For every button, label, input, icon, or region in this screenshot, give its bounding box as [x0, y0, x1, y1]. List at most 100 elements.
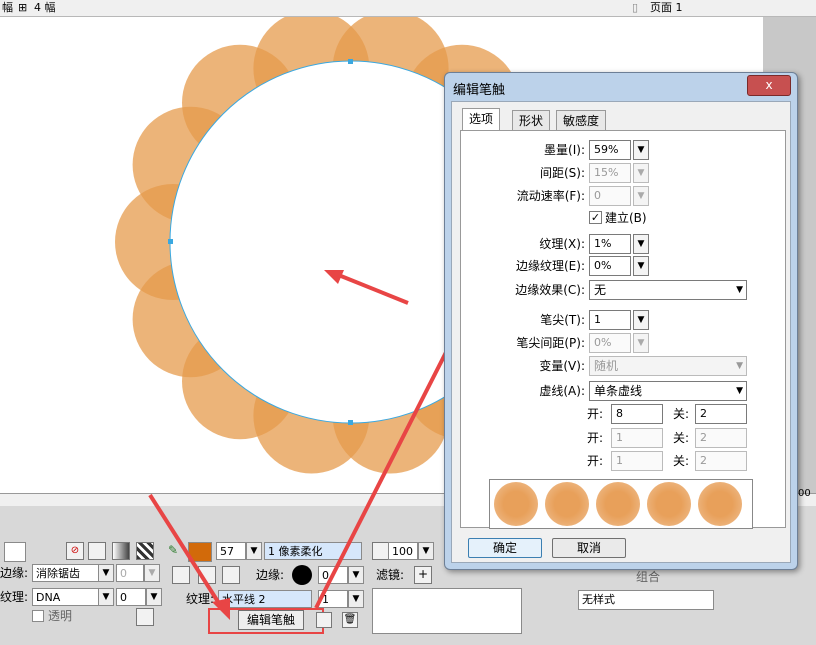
opacity-input[interactable]: 100 — [388, 542, 418, 560]
edit-stroke-dialog: 编辑笔触 x 选项 形状 敏感度 墨量(I): 59% ▼ 间距(S): 15%… — [444, 72, 798, 570]
stroke-texture-select[interactable]: 水平线 2 — [218, 590, 312, 608]
tab-options[interactable]: 选项 — [462, 108, 501, 131]
cancel-button[interactable]: 取消 — [552, 538, 626, 558]
no-fill-icon[interactable]: ⊘ — [66, 542, 84, 560]
chevron-down-icon[interactable]: ▼ — [348, 590, 364, 608]
pencil-icon: ✎ — [168, 543, 179, 557]
dash-value: 单条虚线 — [594, 384, 643, 398]
chevron-down-icon[interactable]: ▼ — [418, 542, 434, 560]
build-up-checkbox[interactable]: ✓ — [589, 211, 602, 224]
texture-input[interactable]: 1% — [589, 234, 631, 254]
frames-fragment: 幅 — [2, 1, 13, 14]
fill-edge-label: 边缘: — [0, 566, 29, 580]
stroke-texture-amount[interactable]: 1 — [318, 590, 348, 608]
four-up-view-icon[interactable]: ⊞ — [18, 0, 27, 15]
dash-off-input-3[interactable]: 2 — [695, 451, 747, 471]
dash-on-input-1[interactable]: 8 — [611, 404, 663, 424]
pattern-fill-icon[interactable] — [136, 542, 154, 560]
texture-preview-icon[interactable] — [136, 608, 154, 626]
dialog-title: 编辑笔触 — [453, 83, 506, 98]
page-selector[interactable]: 页面 1 — [650, 0, 683, 15]
dash-on-label-3: 开: — [587, 454, 604, 468]
selection-handle-bottom — [348, 420, 353, 425]
chevron-down-icon[interactable]: ▼ — [246, 542, 262, 560]
tips-input[interactable]: 1 — [589, 310, 631, 330]
variation-select[interactable]: 随机 ▼ — [589, 356, 747, 376]
group-label: 组合 — [636, 570, 661, 584]
save-stroke-icon[interactable] — [316, 612, 332, 628]
stroke-category-select[interactable]: 1 像素柔化 — [264, 542, 362, 560]
chevron-down-icon[interactable]: ▼ — [348, 566, 364, 584]
variation-value: 随机 — [594, 359, 619, 373]
fill-feather-input[interactable]: 0 — [116, 564, 144, 582]
dash-off-input-1[interactable]: 2 — [695, 404, 747, 424]
gradient-fill-icon[interactable] — [112, 542, 130, 560]
stroke-size-input[interactable]: 57 — [216, 542, 246, 560]
dash-select[interactable]: 单条虚线 ▼ — [589, 381, 747, 401]
dash-label: 虚线(A): — [539, 384, 585, 398]
fill-texture-amount[interactable]: 0 — [116, 588, 146, 606]
edge-texture-input[interactable]: 0% — [589, 256, 631, 276]
delete-stroke-icon[interactable]: 🗑 — [342, 612, 358, 628]
build-up-label: 建立(B) — [605, 211, 647, 225]
chevron-down-icon[interactable]: ▼ — [633, 333, 649, 353]
chevron-down-icon[interactable]: ▼ — [633, 310, 649, 330]
four-up-tab[interactable]: 4 幅 — [34, 0, 56, 15]
ink-amount-label: 墨量(I): — [544, 143, 585, 157]
chevron-down-icon[interactable]: ▼ — [633, 163, 649, 183]
chevron-down-icon[interactable]: ▼ — [98, 564, 114, 582]
highlight-box — [208, 608, 324, 634]
stroke-outside-icon[interactable] — [222, 566, 240, 584]
fill-color-swatch[interactable] — [4, 542, 26, 562]
edge-effect-label: 边缘效果(C): — [515, 283, 585, 297]
dash-off-label-2: 关: — [673, 431, 690, 445]
chevron-down-icon: ▼ — [736, 361, 743, 371]
spacing-label: 间距(S): — [539, 166, 585, 180]
ink-amount-input[interactable]: 59% — [589, 140, 631, 160]
ok-button[interactable]: 确定 — [468, 538, 542, 558]
stroke-center-icon[interactable] — [198, 566, 216, 584]
ruler-fragment: 00 — [798, 488, 811, 499]
dash-off-label-1: 关: — [673, 407, 690, 421]
tips-label: 笔尖(T): — [540, 313, 585, 327]
transparent-checkbox[interactable] — [32, 610, 44, 622]
stroke-edge-input[interactable]: 0 — [318, 566, 348, 584]
edge-effect-select[interactable]: 无 ▼ — [589, 280, 747, 300]
dash-off-label-3: 关: — [673, 454, 690, 468]
stroke-edge-preview — [292, 565, 312, 585]
page-icon: ▯ — [632, 1, 639, 14]
chevron-down-icon[interactable]: ▼ — [98, 588, 114, 606]
chevron-down-icon: ▼ — [736, 386, 743, 396]
dash-off-input-2[interactable]: 2 — [695, 428, 747, 448]
flow-rate-label: 流动速率(F): — [516, 189, 585, 203]
stroke-inside-icon[interactable] — [172, 566, 190, 584]
chevron-down-icon[interactable]: ▼ — [633, 140, 649, 160]
dash-on-input-3[interactable]: 1 — [611, 451, 663, 471]
tip-spacing-input[interactable]: 0% — [589, 333, 631, 353]
solid-fill-icon[interactable] — [88, 542, 106, 560]
fill-texture-label: 纹理: — [0, 590, 29, 604]
filters-list[interactable] — [372, 588, 522, 634]
chevron-down-icon[interactable]: ▼ — [144, 564, 160, 582]
stroke-edge-label: 边缘: — [256, 568, 285, 582]
close-button[interactable]: x — [747, 75, 791, 96]
preview-dot — [545, 482, 589, 526]
flow-rate-input[interactable]: 0 — [589, 186, 631, 206]
transparent-label: 透明 — [48, 609, 73, 623]
chevron-down-icon[interactable]: ▼ — [633, 256, 649, 276]
tab-sensitivity[interactable]: 敏感度 — [556, 110, 607, 130]
tab-shape[interactable]: 形状 — [512, 110, 551, 130]
dash-on-label-2: 开: — [587, 431, 604, 445]
stroke-color-swatch[interactable] — [188, 542, 212, 562]
add-filter-icon[interactable]: + — [414, 566, 432, 584]
chevron-down-icon[interactable]: ▼ — [146, 588, 162, 606]
tip-spacing-label: 笔尖间距(P): — [516, 336, 585, 350]
spacing-input[interactable]: 15% — [589, 163, 631, 183]
chevron-down-icon[interactable]: ▼ — [633, 186, 649, 206]
chevron-down-icon[interactable]: ▼ — [633, 234, 649, 254]
style-select[interactable]: 无样式 — [578, 590, 714, 610]
dash-on-input-2[interactable]: 1 — [611, 428, 663, 448]
variation-label: 变量(V): — [539, 359, 585, 373]
filters-label: 滤镜: — [376, 568, 405, 582]
top-toolbar: 幅 ⊞ 4 幅 ▯ 页面 1 — [0, 0, 816, 17]
